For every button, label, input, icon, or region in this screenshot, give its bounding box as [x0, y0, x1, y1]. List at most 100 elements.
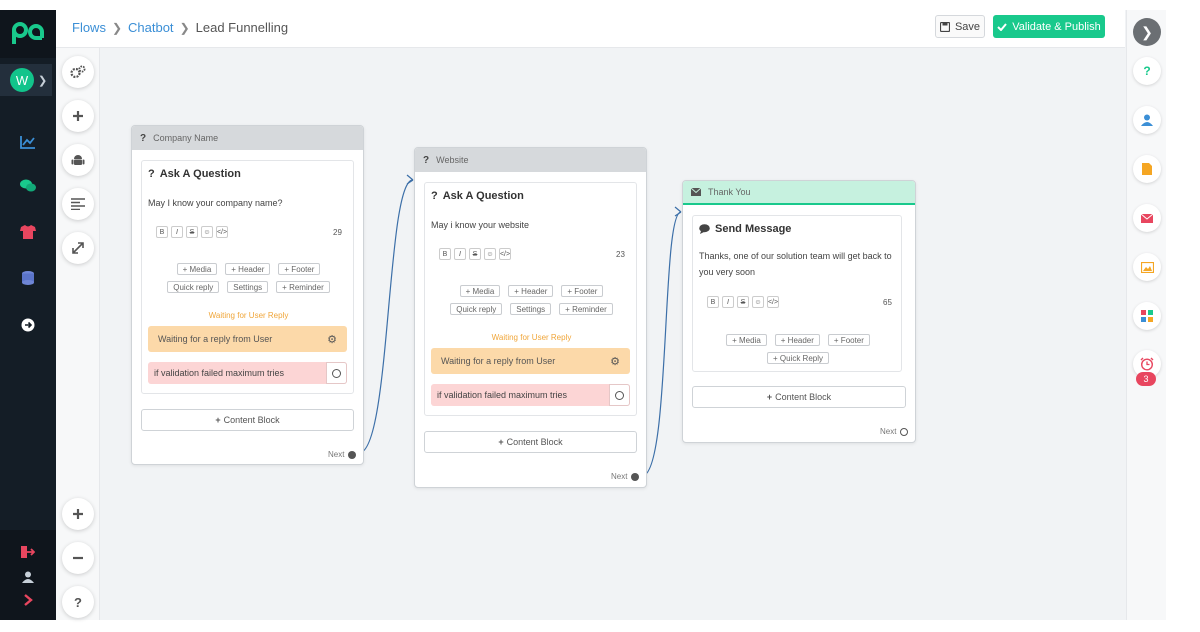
waiting-text: Waiting for a reply from User [441, 356, 556, 366]
node-header[interactable]: ? Company Name [132, 126, 363, 150]
code-button[interactable]: </> [767, 296, 779, 308]
italic-button[interactable]: I [454, 248, 466, 260]
send-message-block[interactable]: Send Message Thanks, one of our solution… [692, 215, 902, 372]
connector-dot[interactable] [348, 450, 357, 459]
add-quick-reply-chip[interactable]: + Quick Reply [766, 352, 830, 364]
waiting-reply-row[interactable]: Waiting for a reply from User ⚙ [148, 326, 347, 352]
nav-store[interactable] [0, 220, 56, 244]
settings-chip[interactable]: Settings [510, 303, 552, 315]
settings-tool[interactable] [62, 56, 94, 88]
waiting-reply-row[interactable]: Waiting for a reply from User ⚙ [431, 348, 630, 374]
nav-database[interactable] [0, 266, 56, 290]
italic-button[interactable]: I [171, 226, 183, 238]
gear-icon[interactable]: ⚙ [327, 333, 337, 346]
node-header[interactable]: Thank You [683, 181, 915, 205]
format-toolbar: B I S ☺ </> [156, 226, 228, 238]
code-button[interactable]: </> [216, 226, 228, 238]
help-button[interactable]: ? [62, 586, 94, 618]
code-button[interactable]: </> [499, 248, 511, 260]
nav-expand[interactable] [0, 588, 56, 612]
emoji-button[interactable]: ☺ [752, 296, 764, 308]
fail-text: if validation failed maximum tries [154, 368, 285, 378]
add-header-chip[interactable]: + Header [508, 285, 554, 297]
user-icon [22, 571, 34, 583]
add-footer-chip[interactable]: + Footer [561, 285, 604, 297]
fail-connector[interactable] [609, 384, 630, 406]
nav-profile[interactable] [0, 565, 56, 589]
align-tool[interactable] [62, 188, 94, 220]
italic-button[interactable]: I [722, 296, 734, 308]
zoom-in-button[interactable] [62, 498, 94, 530]
nav-go[interactable] [0, 313, 56, 337]
gear-icon[interactable]: ⚙ [610, 355, 620, 368]
save-button[interactable]: Save [935, 15, 985, 38]
add-media-chip[interactable]: + Media [459, 285, 501, 297]
rail-apps-button[interactable] [1133, 302, 1161, 330]
flow-canvas[interactable]: ? Company Name ? Ask A Question May I kn… [101, 49, 1125, 620]
add-header-chip[interactable]: + Header [774, 334, 820, 346]
add-header-chip[interactable]: + Header [225, 263, 271, 275]
add-content-block-button[interactable]: + Content Block [692, 386, 906, 408]
next-connector[interactable]: Next [328, 450, 357, 459]
breadcrumb-chatbot[interactable]: Chatbot [128, 20, 174, 35]
panel-toggle-button[interactable]: ❯ [1133, 18, 1161, 46]
question-message[interactable]: May i know your website [431, 217, 631, 233]
add-content-block-button[interactable]: + Content Block [141, 409, 354, 431]
validation-fail-row[interactable]: if validation failed maximum tries [431, 384, 630, 406]
node-title: Thank You [708, 187, 751, 197]
message-text[interactable]: Thanks, one of our solution team will ge… [699, 248, 895, 280]
rail-mail-button[interactable] [1133, 204, 1161, 232]
zoom-out-button[interactable] [62, 542, 94, 574]
rail-docs-button[interactable] [1133, 155, 1161, 183]
flow-node-company-name[interactable]: ? Company Name ? Ask A Question May I kn… [131, 125, 364, 465]
flow-node-thank-you[interactable]: Thank You Send Message Thanks, one of ou… [682, 180, 916, 443]
question-icon: ? [423, 154, 430, 166]
flow-node-website[interactable]: ? Website ? Ask A Question May i know yo… [414, 147, 647, 488]
next-connector[interactable]: Next [880, 427, 909, 436]
wire-arrow [674, 206, 682, 217]
strikethrough-button[interactable]: S [186, 226, 198, 238]
expand-tool[interactable] [62, 232, 94, 264]
add-reminder-chip[interactable]: + Reminder [559, 303, 613, 315]
add-reminder-chip[interactable]: + Reminder [276, 281, 330, 293]
image-icon [1140, 261, 1154, 273]
node-header[interactable]: ? Website [415, 148, 646, 172]
account-switcher[interactable]: W ❯ [0, 64, 52, 96]
emoji-button[interactable]: ☺ [201, 226, 213, 238]
ask-question-block[interactable]: ? Ask A Question May I know your company… [141, 160, 354, 394]
strikethrough-button[interactable]: S [737, 296, 749, 308]
next-connector[interactable]: Next [611, 472, 640, 481]
connector-dot[interactable] [900, 427, 909, 436]
fail-connector[interactable] [326, 362, 347, 384]
add-media-chip[interactable]: + Media [176, 263, 218, 275]
quick-reply-chip[interactable]: Quick reply [167, 281, 220, 293]
add-content-block-button[interactable]: + Content Block [424, 431, 637, 453]
rail-users-button[interactable] [1133, 106, 1161, 134]
add-media-chip[interactable]: + Media [726, 334, 767, 346]
breadcrumb-flows[interactable]: Flows [72, 20, 106, 35]
nav-chats[interactable] [0, 174, 56, 198]
rail-media-button[interactable] [1133, 253, 1161, 281]
validation-fail-row[interactable]: if validation failed maximum tries [148, 362, 347, 384]
emoji-button[interactable]: ☺ [484, 248, 496, 260]
add-footer-chip[interactable]: + Footer [827, 334, 870, 346]
settings-chip[interactable]: Settings [227, 281, 269, 293]
add-node-tool[interactable] [62, 100, 94, 132]
nav-logout[interactable] [0, 540, 56, 564]
validate-publish-button[interactable]: Validate & Publish [993, 15, 1105, 38]
add-footer-chip[interactable]: + Footer [278, 263, 321, 275]
block-title: ? Ask A Question [148, 168, 241, 180]
bot-tool[interactable] [62, 144, 94, 176]
rail-help-button[interactable]: ? [1133, 57, 1161, 85]
nav-analytics[interactable] [0, 130, 56, 154]
bold-button[interactable]: B [156, 226, 168, 238]
bold-button[interactable]: B [707, 296, 719, 308]
chevron-right-icon: ❯ [179, 20, 190, 35]
strikethrough-button[interactable]: S [469, 248, 481, 260]
bold-button[interactable]: B [439, 248, 451, 260]
brand-logo[interactable] [0, 10, 56, 58]
connector-dot[interactable] [631, 472, 640, 481]
question-message[interactable]: May I know your company name? [148, 195, 348, 211]
ask-question-block[interactable]: ? Ask A Question May i know your website… [424, 182, 637, 416]
quick-reply-chip[interactable]: Quick reply [450, 303, 503, 315]
